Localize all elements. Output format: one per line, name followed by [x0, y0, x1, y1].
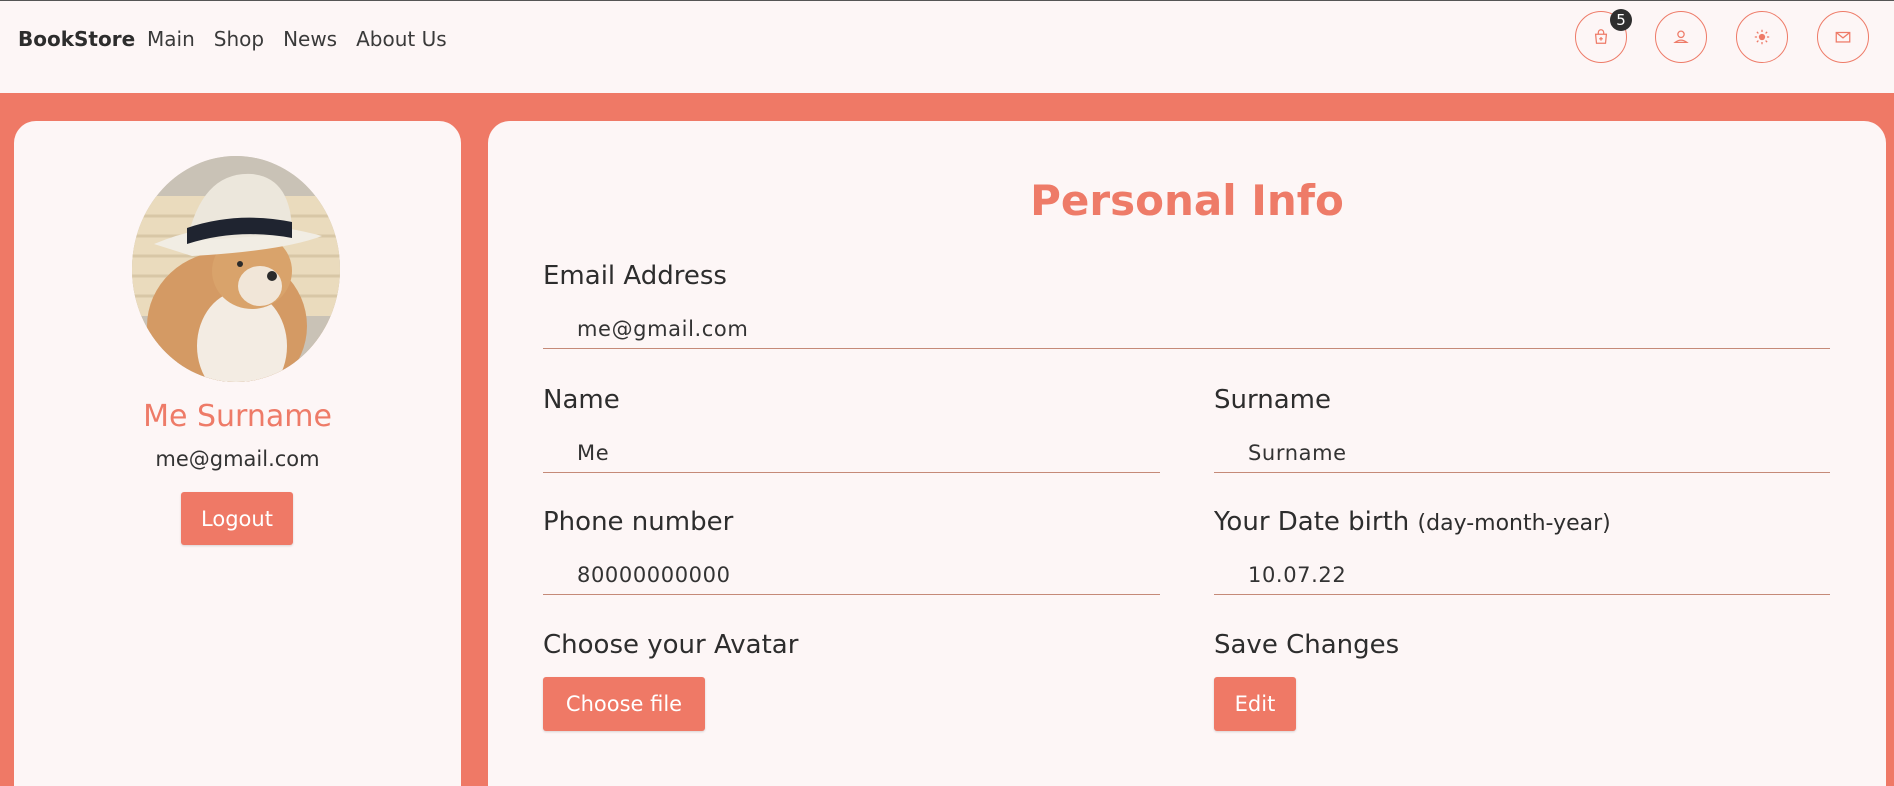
dog-avatar-image	[132, 156, 340, 382]
personal-info-card: Personal Info Email Address Name Surname…	[488, 121, 1886, 786]
cart-icon	[1594, 29, 1608, 44]
surname-label: Surname	[1214, 385, 1331, 415]
email-field[interactable]	[543, 309, 1830, 349]
choose-file-button[interactable]: Choose file	[543, 677, 705, 731]
profile-card: Me Surname me@gmail.com Logout	[14, 121, 461, 786]
mail-button[interactable]	[1817, 11, 1869, 63]
profile-email: me@gmail.com	[155, 447, 320, 471]
account-button[interactable]	[1655, 11, 1707, 63]
phone-field[interactable]	[543, 555, 1160, 595]
cart-count-badge: 5	[1610, 9, 1632, 31]
name-label: Name	[543, 385, 620, 415]
avatar-label: Choose your Avatar	[543, 630, 799, 660]
theme-toggle-button[interactable]	[1736, 11, 1788, 63]
name-field[interactable]	[543, 433, 1160, 473]
cart-button[interactable]: 5	[1575, 9, 1632, 63]
birth-date-label: Your Date birth (day-month-year)	[1214, 507, 1611, 537]
navbar: BookStore Main Shop News About Us 5	[0, 1, 1894, 93]
avatar	[132, 156, 340, 382]
sun-icon	[1754, 29, 1770, 45]
user-icon	[1673, 30, 1689, 44]
nav-icon-group: 5	[0, 9, 1894, 65]
edit-button[interactable]: Edit	[1214, 677, 1296, 731]
birth-date-field[interactable]	[1214, 555, 1830, 595]
birth-date-format-hint: (day-month-year)	[1417, 511, 1611, 536]
logout-button[interactable]: Logout	[181, 492, 293, 545]
email-label: Email Address	[543, 261, 727, 291]
birth-date-label-text: Your Date birth	[1214, 507, 1410, 537]
surname-field[interactable]	[1214, 433, 1830, 473]
page-title: Personal Info	[1030, 176, 1344, 225]
mail-icon	[1835, 31, 1851, 43]
profile-name: Me Surname	[143, 399, 332, 434]
phone-label: Phone number	[543, 507, 734, 537]
save-changes-label: Save Changes	[1214, 630, 1400, 660]
